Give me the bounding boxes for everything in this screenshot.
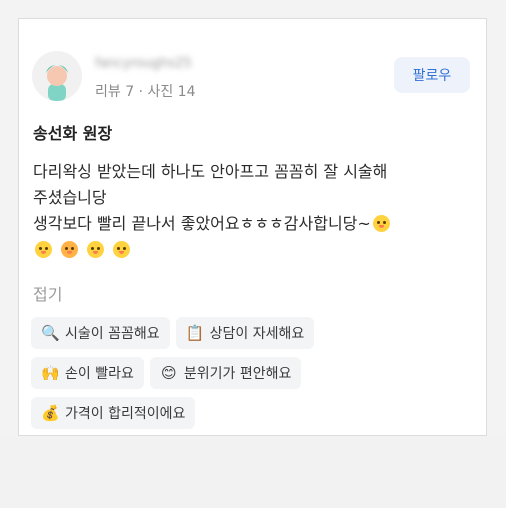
laughing-emoji-icon [61, 241, 79, 258]
fold-link[interactable]: 접기 [33, 281, 62, 305]
tag-label: 상담이 자세해요 [209, 326, 305, 342]
smiley-emoji-icon [87, 241, 105, 258]
review-line: 다리왁싱 받았는데 하나도 안아프고 꼼꼼히 잘 시술해 [33, 162, 388, 181]
review-line: 주셨습니당 [33, 188, 107, 207]
review-title: 송선화 원장 [33, 124, 113, 143]
tag-quick-hands: 🙌 손이 빨라요 [31, 357, 144, 389]
magnifier-icon: 🔍 [41, 324, 60, 342]
coin-hand-icon: 💰 [41, 404, 60, 422]
smiley-emoji-icon [372, 215, 390, 232]
smiley-emoji-icon [35, 241, 52, 258]
tag-reasonable-price: 💰 가격이 합리적이에요 [31, 397, 196, 429]
tag-detailed-consultation: 📋 상담이 자세해요 [175, 317, 315, 349]
tag-label: 분위기가 편안해요 [183, 366, 292, 382]
review-photo-count: 리뷰 7 · 사진 14 [95, 84, 196, 100]
smiling-face-icon: 😊 [161, 364, 177, 382]
follow-button[interactable]: 팔로우 [394, 57, 470, 93]
tag-label: 손이 빨라요 [65, 366, 134, 382]
tag-label: 시술이 꼼꼼해요 [65, 326, 160, 342]
avatar[interactable] [32, 51, 82, 101]
clipboard-icon: 📋 [185, 324, 205, 342]
review-line: 생각보다 빨리 끝나서 좋았어요ㅎㅎㅎ감사합니당~ [33, 214, 371, 233]
background-area [0, 436, 506, 508]
tag-label: 가격이 합리적이에요 [65, 406, 186, 422]
smiley-emoji-icon [113, 241, 131, 258]
hands-icon: 🙌 [41, 364, 60, 382]
username[interactable]: fancyroughs25 [95, 56, 211, 72]
review-text: 다리왁싱 받았는데 하나도 안아프고 꼼꼼히 잘 시술해 주셨습니당 생각보다 … [33, 159, 469, 263]
tag-detailed-procedure: 🔍 시술이 꼼꼼해요 [31, 317, 170, 349]
review-card: fancyroughs25 리뷰 7 · 사진 14 팔로우 송선화 원장 다리… [18, 18, 487, 436]
keyword-tags: 🔍 시술이 꼼꼼해요 📋 상담이 자세해요 🙌 손이 빨라요 😊 분위기가 편안… [31, 317, 471, 437]
tag-comfortable-atmosphere: 😊 분위기가 편안해요 [149, 357, 302, 389]
